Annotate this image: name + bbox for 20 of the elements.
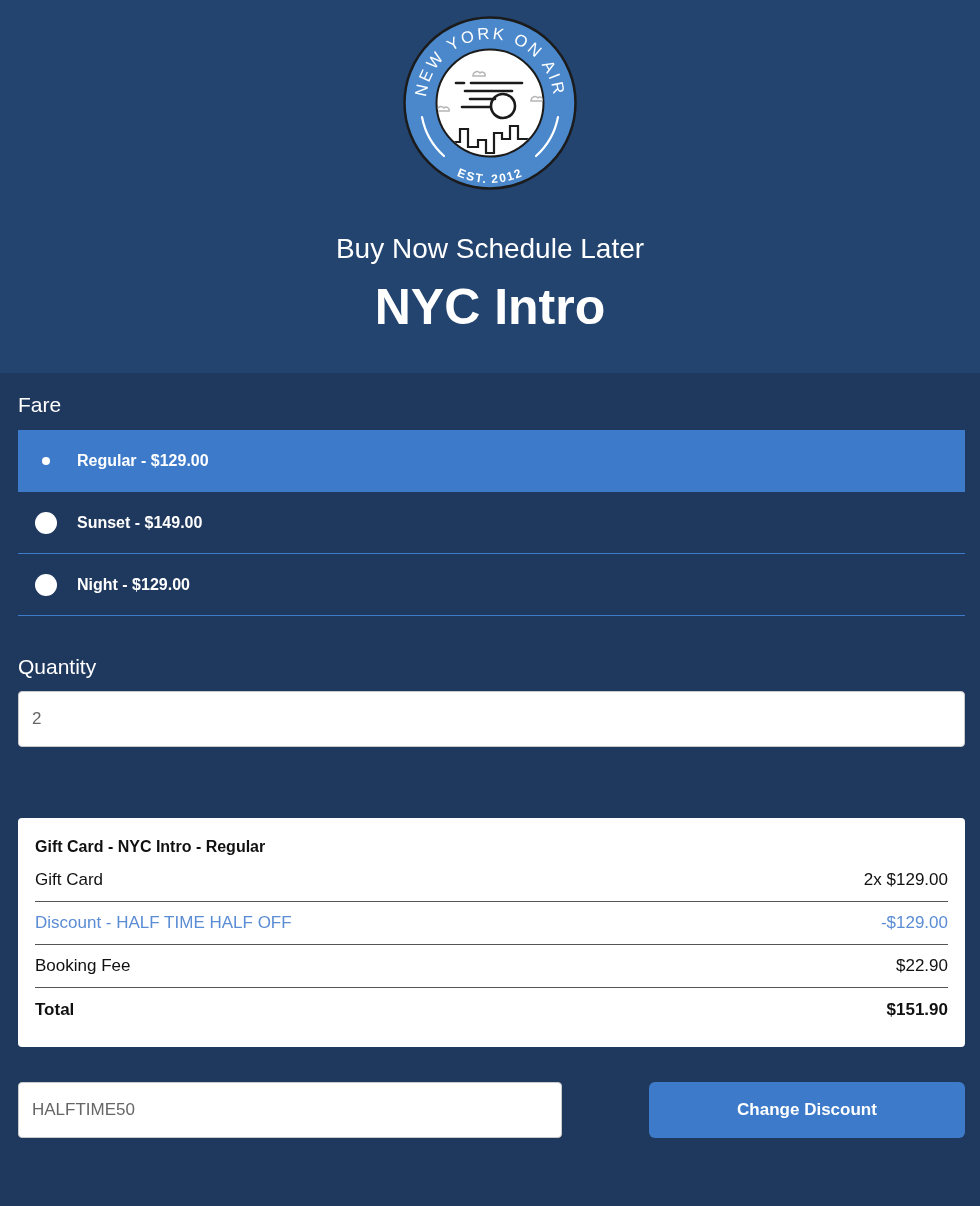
fare-option[interactable]: Regular - $129.00: [18, 430, 965, 492]
line-item-amount: 2x $129.00: [863, 870, 948, 890]
discount-code-field[interactable]: HALFTIME50: [18, 1082, 562, 1138]
page-subtitle: Buy Now Schedule Later: [335, 232, 645, 266]
fare-option[interactable]: Night - $129.00: [18, 554, 965, 616]
line-item-label: Booking Fee: [35, 956, 131, 976]
page-title: NYC Intro: [374, 278, 606, 336]
fare-label: Fare: [18, 392, 63, 418]
order-summary-title: Gift Card - NYC Intro - Regular: [35, 837, 267, 857]
total-line-amount: $151.90: [886, 999, 948, 1020]
quantity-field[interactable]: 2: [18, 691, 965, 747]
quantity-label: Quantity: [18, 654, 98, 680]
line-item-amount: $22.90: [896, 956, 948, 976]
logo-established-year: EST. 2012: [455, 165, 525, 187]
total-line-label: Total: [35, 999, 75, 1020]
discount-line-amount: -$129.00: [880, 913, 948, 933]
line-item-label: Gift Card: [35, 870, 104, 890]
discount-line-label: Discount - HALF TIME HALF OFF: [35, 913, 292, 933]
fare-option[interactable]: Sunset - $149.00: [18, 492, 965, 554]
change-discount-button[interactable]: Change Discount: [649, 1082, 965, 1138]
